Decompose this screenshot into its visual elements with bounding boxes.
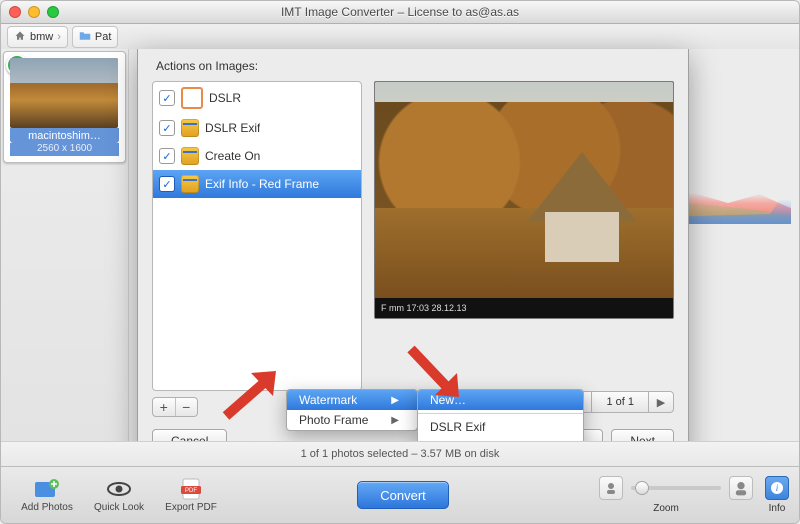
preview-info-bar: F mm 17:03 28.12.13 [375, 298, 673, 318]
add-remove-segmented: + − [152, 397, 198, 417]
folder-icon [79, 30, 91, 45]
frame-icon [181, 87, 203, 109]
menu-item-photoframe[interactable]: Photo Frame ▶ [287, 410, 417, 430]
thumbnail-image [10, 58, 118, 128]
submenu-arrow-icon: ▶ [391, 395, 399, 406]
status-text: 1 of 1 photos selected – 3.57 MB on disk [301, 448, 500, 460]
menu-item-label: New… [430, 393, 466, 407]
add-photos-icon [34, 478, 60, 500]
zoom-large-icon[interactable] [729, 476, 753, 500]
submenu-arrow-icon: ▶ [391, 415, 399, 426]
breadcrumb-label: Pat [95, 31, 112, 43]
convert-button[interactable]: Convert [357, 481, 449, 509]
sheet-title: Actions on Images: [156, 59, 674, 73]
action-row-dslr-exif[interactable]: DSLR Exif [153, 114, 361, 142]
menu-item-label: Photo Frame [299, 413, 368, 427]
add-photos-button[interactable]: Add Photos [11, 478, 83, 513]
export-pdf-button[interactable]: PDF Export PDF [155, 478, 227, 513]
tool-label: Quick Look [94, 502, 144, 513]
context-menu-category: Watermark ▶ Photo Frame ▶ [286, 389, 418, 431]
preview-image: F mm 17:03 28.12.13 [374, 81, 674, 319]
remove-action-button[interactable]: − [176, 398, 198, 416]
pager-next-button[interactable]: ▶ [648, 391, 674, 413]
menu-separator [418, 413, 583, 414]
main-area: ✓ macintoshim… 2560 x 1600 Actions on Im… [1, 49, 799, 443]
app-window: IMT Image Converter – License to as@as.a… [0, 0, 800, 524]
zoom-label: Zoom [653, 503, 679, 514]
preset-icon [181, 119, 199, 137]
menu-item-watermark[interactable]: Watermark ▶ [287, 390, 417, 410]
menu-item-new[interactable]: New… [418, 390, 583, 410]
thumbnail-sidebar: ✓ macintoshim… 2560 x 1600 [1, 49, 129, 443]
info-label: Info [769, 503, 786, 514]
action-label: DSLR Exif [205, 121, 260, 135]
eye-icon [106, 478, 132, 500]
checkbox-icon[interactable] [159, 148, 175, 164]
bottom-toolbar: Add Photos Quick Look PDF Export PDF Con… [1, 466, 799, 523]
checkbox-icon[interactable] [159, 90, 175, 106]
action-label: Create On [205, 149, 260, 163]
thumbnail-dimensions: 2560 x 1600 [10, 143, 119, 156]
menu-item-label: DSLR Exif [430, 420, 485, 434]
svg-text:PDF: PDF [185, 488, 197, 494]
checkbox-icon[interactable] [159, 176, 175, 192]
tool-label: Add Photos [21, 502, 73, 513]
action-row-create-on[interactable]: Create On [153, 142, 361, 170]
preset-icon [181, 147, 199, 165]
menu-item-dslr-exif[interactable]: DSLR Exif [418, 417, 583, 437]
status-bar: 1 of 1 photos selected – 3.57 MB on disk [1, 441, 799, 467]
quick-look-button[interactable]: Quick Look [83, 478, 155, 513]
home-icon [14, 30, 26, 45]
photo-thumbnail[interactable]: ✓ macintoshim… 2560 x 1600 [3, 51, 126, 163]
preset-icon [181, 175, 199, 193]
preview-bar-left: F mm 17:03 28.12.13 [381, 303, 467, 313]
chevron-right-icon: › [57, 31, 61, 43]
action-row-dslr[interactable]: DSLR [153, 82, 361, 114]
titlebar: IMT Image Converter – License to as@as.a… [1, 1, 799, 24]
zoom-slider[interactable] [631, 486, 721, 490]
menu-item-label: Watermark [299, 393, 357, 407]
action-label: Exif Info - Red Frame [205, 177, 319, 191]
info-button[interactable]: i [765, 476, 789, 500]
actions-list: DSLR DSLR Exif Creat [152, 81, 362, 391]
action-row-exif-red[interactable]: Exif Info - Red Frame [153, 170, 361, 198]
content-area: Actions on Images: DSLR [129, 49, 799, 443]
add-action-button[interactable]: + [153, 398, 176, 416]
zoom-small-icon[interactable] [599, 476, 623, 500]
checkbox-icon[interactable] [159, 120, 175, 136]
breadcrumb-label: bmw [30, 31, 53, 43]
zoom-control [599, 476, 753, 500]
tool-label: Export PDF [165, 502, 217, 513]
thumbnail-filename: macintoshim… [10, 128, 119, 143]
pdf-icon: PDF [178, 478, 204, 500]
breadcrumb-folder[interactable]: Pat [72, 26, 119, 48]
breadcrumb-home[interactable]: bmw › [7, 26, 68, 48]
action-label: DSLR [209, 91, 241, 105]
pager-label: 1 of 1 [592, 391, 648, 413]
path-bar: bmw › Pat [1, 24, 799, 51]
window-title: IMT Image Converter – License to as@as.a… [1, 5, 799, 19]
